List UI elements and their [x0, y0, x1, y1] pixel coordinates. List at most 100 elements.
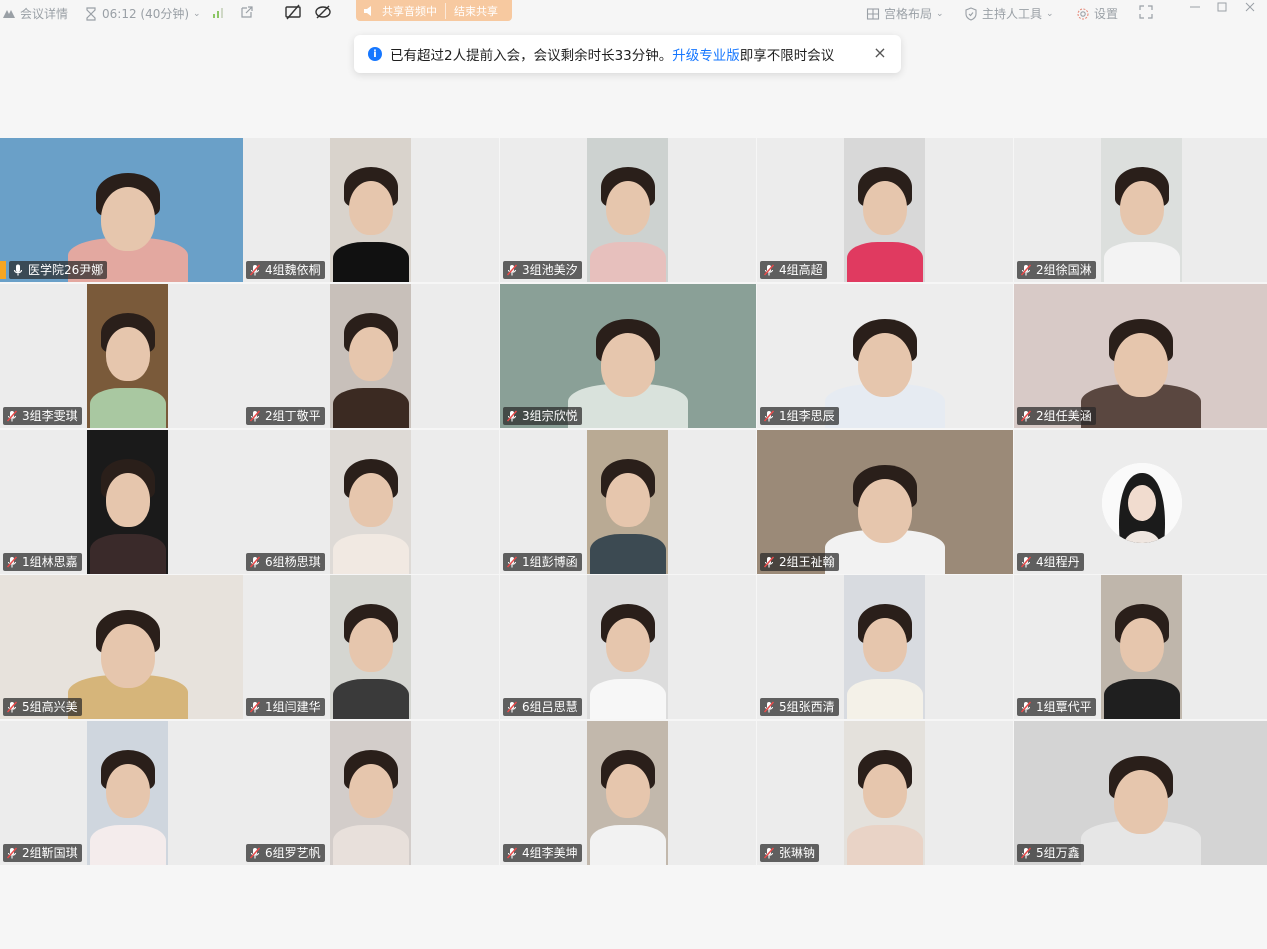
close-icon[interactable]: × — [871, 44, 889, 62]
participant-body — [332, 388, 409, 428]
participant-body — [89, 534, 166, 574]
participant-face — [105, 327, 150, 382]
participant-tile[interactable]: 1组李思辰 — [757, 284, 1013, 428]
participant-face — [348, 764, 393, 819]
timer-display[interactable]: 06:12 (40分钟) ⌄ — [84, 5, 201, 22]
participant-tile[interactable]: 1组闫建华 — [243, 575, 499, 719]
maximize-icon[interactable] — [1215, 0, 1229, 14]
speaker-icon — [362, 4, 376, 18]
mic-muted-icon — [505, 846, 519, 860]
mic-muted-icon — [1019, 409, 1033, 423]
participant-tile[interactable]: 6组杨思琪 — [243, 430, 499, 574]
participant-name: 5组高兴美 — [22, 700, 78, 714]
minimize-icon[interactable] — [1188, 0, 1202, 14]
mic-on-icon — [11, 263, 25, 277]
participant-tile[interactable]: 3组李雯琪 — [0, 284, 256, 428]
host-tools-button[interactable]: 主持人工具 ⌄ — [964, 5, 1054, 22]
participant-face — [1113, 769, 1168, 834]
participant-tile[interactable]: 6组吕思慧 — [500, 575, 756, 719]
participant-nametag: 4组魏依桐 — [246, 261, 325, 279]
participant-nametag: 6组杨思琪 — [246, 553, 325, 571]
stop-share-button[interactable]: 结束共享 — [445, 2, 498, 19]
participant-tile[interactable]: 1组彭博函 — [500, 430, 756, 574]
mic-muted-icon — [248, 263, 262, 277]
participant-tile[interactable]: 医学院26尹娜 — [0, 138, 256, 282]
participant-tile[interactable]: 2组丁敬平 — [243, 284, 499, 428]
video-feed — [330, 284, 411, 428]
mic-muted-icon — [762, 263, 776, 277]
participant-face — [1119, 618, 1164, 673]
participant-body — [1103, 679, 1180, 719]
mic-muted-icon — [505, 700, 519, 714]
participant-tile[interactable]: 2组徐国淋 — [1014, 138, 1267, 282]
participant-tile[interactable]: 1组覃代平 — [1014, 575, 1267, 719]
participant-name: 1组林思嘉 — [22, 555, 78, 569]
participant-nametag: 2组任美涵 — [1017, 407, 1096, 425]
video-feed — [587, 721, 668, 865]
layout-button[interactable]: 宫格布局 ⌄ — [866, 5, 944, 22]
participant-name: 5组万鑫 — [1036, 846, 1080, 860]
popout-icon[interactable] — [240, 5, 254, 19]
participant-tile[interactable]: 张琳钠 — [757, 721, 1013, 865]
mic-muted-icon — [505, 409, 519, 423]
host-indicator — [0, 261, 6, 279]
participant-body — [846, 825, 923, 865]
participant-tile[interactable]: 2组靳国琪 — [0, 721, 256, 865]
mic-muted-icon — [762, 846, 776, 860]
participant-tile[interactable]: 1组林思嘉 — [0, 430, 256, 574]
participant-tile[interactable]: 4组程丹 — [1014, 430, 1267, 574]
participant-face — [105, 764, 150, 819]
mic-muted-icon — [1019, 700, 1033, 714]
participant-name: 2组任美涵 — [1036, 409, 1092, 423]
participant-tile[interactable]: 4组高超 — [757, 138, 1013, 282]
mic-muted-icon — [248, 555, 262, 569]
signal-icon[interactable] — [211, 5, 225, 19]
participant-nametag: 1组林思嘉 — [3, 553, 82, 571]
fullscreen-icon[interactable] — [1139, 5, 1153, 19]
participant-tile[interactable]: 6组罗艺帆 — [243, 721, 499, 865]
participant-nametag: 4组李美坤 — [503, 844, 582, 862]
participant-body — [332, 679, 409, 719]
participant-tile[interactable]: 3组池美汐 — [500, 138, 756, 282]
layout-label: 宫格布局 — [884, 7, 933, 21]
participant-body — [846, 242, 923, 282]
participant-face — [858, 478, 912, 543]
participant-body — [846, 679, 923, 719]
window-close-icon[interactable] — [1243, 0, 1257, 14]
participant-tile[interactable]: 3组宗欣悦 — [500, 284, 756, 428]
participant-face — [1119, 181, 1164, 236]
mic-muted-icon — [1019, 555, 1033, 569]
participant-nametag: 2组徐国淋 — [1017, 261, 1096, 279]
participant-name: 3组池美汐 — [522, 263, 578, 277]
participant-name: 4组李美坤 — [522, 846, 578, 860]
participant-nametag: 5组张西清 — [760, 698, 839, 716]
participant-body — [589, 242, 666, 282]
participant-tile[interactable]: 4组李美坤 — [500, 721, 756, 865]
caption-off-icon[interactable] — [284, 3, 302, 21]
participant-name: 1组覃代平 — [1036, 700, 1092, 714]
participant-tile[interactable]: 5组高兴美 — [0, 575, 256, 719]
video-feed — [87, 430, 168, 574]
participant-tile[interactable]: 4组魏依桐 — [243, 138, 499, 282]
participant-tile[interactable]: 5组万鑫 — [1014, 721, 1267, 865]
hide-video-icon[interactable] — [314, 3, 332, 21]
participant-body — [89, 825, 166, 865]
meeting-info-button[interactable]: 会议详情 — [2, 5, 68, 22]
mic-muted-icon — [5, 700, 19, 714]
participant-tile[interactable]: 2组王祉翰 — [757, 430, 1013, 574]
participant-tile[interactable]: 5组张西清 — [757, 575, 1013, 719]
share-audio-pill: 共享音频中 结束共享 — [356, 0, 512, 21]
participant-tile[interactable]: 2组任美涵 — [1014, 284, 1267, 428]
upgrade-link[interactable]: 升级专业版 — [672, 44, 740, 64]
video-feed — [844, 721, 925, 865]
video-feed — [1101, 138, 1182, 282]
mic-muted-icon — [5, 555, 19, 569]
settings-button[interactable]: 设置 — [1076, 5, 1118, 22]
participant-body — [1103, 242, 1180, 282]
mic-muted-icon — [1019, 263, 1033, 277]
mic-muted-icon — [762, 555, 776, 569]
participant-name: 5组张西清 — [779, 700, 835, 714]
participant-nametag: 2组靳国琪 — [3, 844, 82, 862]
participant-name: 6组吕思慧 — [522, 700, 578, 714]
participant-nametag: 6组吕思慧 — [503, 698, 582, 716]
